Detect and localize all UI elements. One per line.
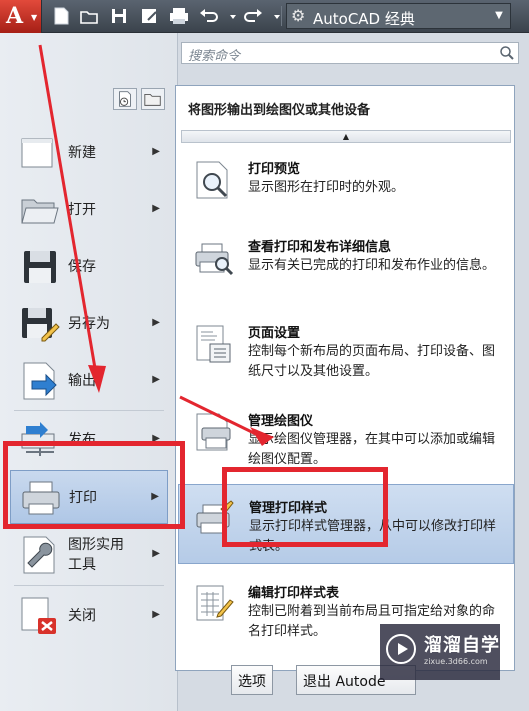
nav-item-export[interactable]: 输出 ▶ xyxy=(10,354,168,408)
highlight-box-plot xyxy=(3,441,185,529)
nav-item-label: 输出 xyxy=(68,373,96,389)
workspace-switcher[interactable]: ⚙ AutoCAD 经典 ▼ xyxy=(286,3,511,29)
page-setup-icon xyxy=(196,325,231,363)
recent-documents-button[interactable] xyxy=(113,88,137,110)
qplot-icon[interactable] xyxy=(168,5,190,27)
nav-item-label: 打开 xyxy=(68,202,96,218)
panel-item-desc: 控制每个新布局的页面布局、打印设备、图纸尺寸以及其他设置。 xyxy=(248,344,496,379)
panel-item-title: 页面设置 xyxy=(248,326,301,341)
close-document-icon xyxy=(21,597,56,634)
options-button[interactable]: 选项 xyxy=(231,665,273,695)
panel-item-plotter-manager[interactable]: 管理绘图仪 显示绘图仪管理器，在其中可以添加或编辑绘图仪配置。 xyxy=(178,398,514,478)
plot-details-icon xyxy=(195,243,234,276)
gear-icon: ⚙ xyxy=(291,6,306,25)
plot-submenu-panel: 将图形输出到绘图仪或其他设备 ▲ 打印预览 显示图形在打印时的外观。 查看打印和… xyxy=(175,85,515,671)
chevron-right-icon: ▶ xyxy=(152,146,160,157)
watermark-url: zixue.3d66.com xyxy=(424,657,488,666)
panel-item-title: 编辑打印样式表 xyxy=(248,586,340,601)
search-placeholder: 搜索命令 xyxy=(188,49,241,64)
application-menu: 搜索命令 新建 ▶ 打开 ▶ 保存 另存为 ▶ 输出 ▶ 发布 ▶ 打印 ▶ 图… xyxy=(0,33,529,711)
nav-item-label: 保存 xyxy=(68,259,96,275)
nav-item-drawing-utilities[interactable]: 图形实用 工具 ▶ xyxy=(10,528,168,582)
workspace-label: AutoCAD 经典 xyxy=(313,10,415,28)
search-input[interactable]: 搜索命令 xyxy=(181,42,519,64)
export-icon xyxy=(23,362,57,400)
nav-item-label: 图形实用 工具 xyxy=(68,528,124,582)
floppy-disk-icon xyxy=(24,251,56,283)
chevron-right-icon: ▶ xyxy=(152,548,160,559)
nav-item-label: 新建 xyxy=(68,145,96,161)
clock-document-icon xyxy=(119,91,131,107)
open-documents-button[interactable] xyxy=(141,88,165,110)
qsaveas-icon[interactable] xyxy=(138,5,160,27)
plot-preview-icon xyxy=(196,161,228,199)
panel-item-view-plot-details[interactable]: 查看打印和发布详细信息 显示有关已完成的打印和发布作业的信息。 xyxy=(178,224,514,304)
watermark-name: 溜溜自学 xyxy=(424,635,500,656)
scroll-up-button[interactable]: ▲ xyxy=(181,130,511,143)
nav-item-label: 另存为 xyxy=(68,316,110,332)
panel-item-plot-preview[interactable]: 打印预览 显示图形在打印时的外观。 xyxy=(178,146,514,226)
autocad-logo-icon: A xyxy=(6,3,24,29)
qopen-icon[interactable] xyxy=(78,5,100,27)
panel-item-desc: 显示有关已完成的打印和发布作业的信息。 xyxy=(248,258,496,273)
nav-item-new[interactable]: 新建 ▶ xyxy=(10,126,168,180)
nav-item-label-line2: 工具 xyxy=(68,557,96,573)
chevron-right-icon: ▶ xyxy=(152,374,160,385)
folder-icon xyxy=(144,94,161,106)
panel-item-title: 打印预览 xyxy=(248,162,301,177)
play-logo-icon xyxy=(386,634,416,664)
chevron-right-icon: ▶ xyxy=(152,609,160,620)
search-icon[interactable] xyxy=(499,45,515,61)
application-menu-button[interactable]: A ▼ xyxy=(0,0,42,33)
nav-item-label-line1: 图形实用 xyxy=(68,537,124,553)
qsave-icon[interactable] xyxy=(108,5,130,27)
redo-icon[interactable] xyxy=(242,5,264,27)
undo-dropdown-icon[interactable] xyxy=(222,5,236,27)
nav-item-save-as[interactable]: 另存为 ▶ xyxy=(10,297,168,351)
chevron-right-icon: ▶ xyxy=(152,317,160,328)
save-as-icon xyxy=(22,308,60,342)
quick-access-toolbar: A ▼ ⚙ AutoCAD 经典 ▼ xyxy=(0,0,529,33)
redo-dropdown-icon[interactable] xyxy=(266,5,280,27)
edit-plot-style-table-icon xyxy=(196,585,234,621)
panel-item-title: 查看打印和发布详细信息 xyxy=(248,240,392,255)
chevron-right-icon: ▶ xyxy=(152,203,160,214)
chevron-down-icon: ▼ xyxy=(31,13,38,22)
nav-item-close[interactable]: 关闭 ▶ xyxy=(10,589,168,643)
folder-open-icon xyxy=(21,199,59,224)
nav-divider xyxy=(14,585,164,586)
highlight-box-plot-style-manager xyxy=(222,467,388,547)
nav-item-open[interactable]: 打开 ▶ xyxy=(10,183,168,237)
panel-item-desc: 显示绘图仪管理器，在其中可以添加或编辑绘图仪配置。 xyxy=(248,432,496,467)
new-document-icon xyxy=(21,138,53,168)
panel-header: 将图形输出到绘图仪或其他设备 xyxy=(176,86,514,128)
panel-item-desc: 显示图形在打印时的外观。 xyxy=(248,180,405,195)
wrench-icon xyxy=(23,536,55,574)
nav-item-save[interactable]: 保存 xyxy=(10,240,168,294)
plotter-manager-icon xyxy=(196,413,231,451)
undo-icon[interactable] xyxy=(198,5,220,27)
watermark: 溜溜自学 zixue.3d66.com xyxy=(380,624,500,680)
panel-item-page-setup[interactable]: 页面设置 控制每个新布局的页面布局、打印设备、图纸尺寸以及其他设置。 xyxy=(178,310,514,390)
qnew-icon[interactable] xyxy=(50,5,72,27)
nav-divider xyxy=(14,410,164,411)
nav-item-label: 关闭 xyxy=(68,608,96,624)
chevron-down-icon[interactable]: ▼ xyxy=(492,8,506,24)
panel-item-title: 管理绘图仪 xyxy=(248,414,314,429)
toolbar-divider xyxy=(281,6,282,26)
